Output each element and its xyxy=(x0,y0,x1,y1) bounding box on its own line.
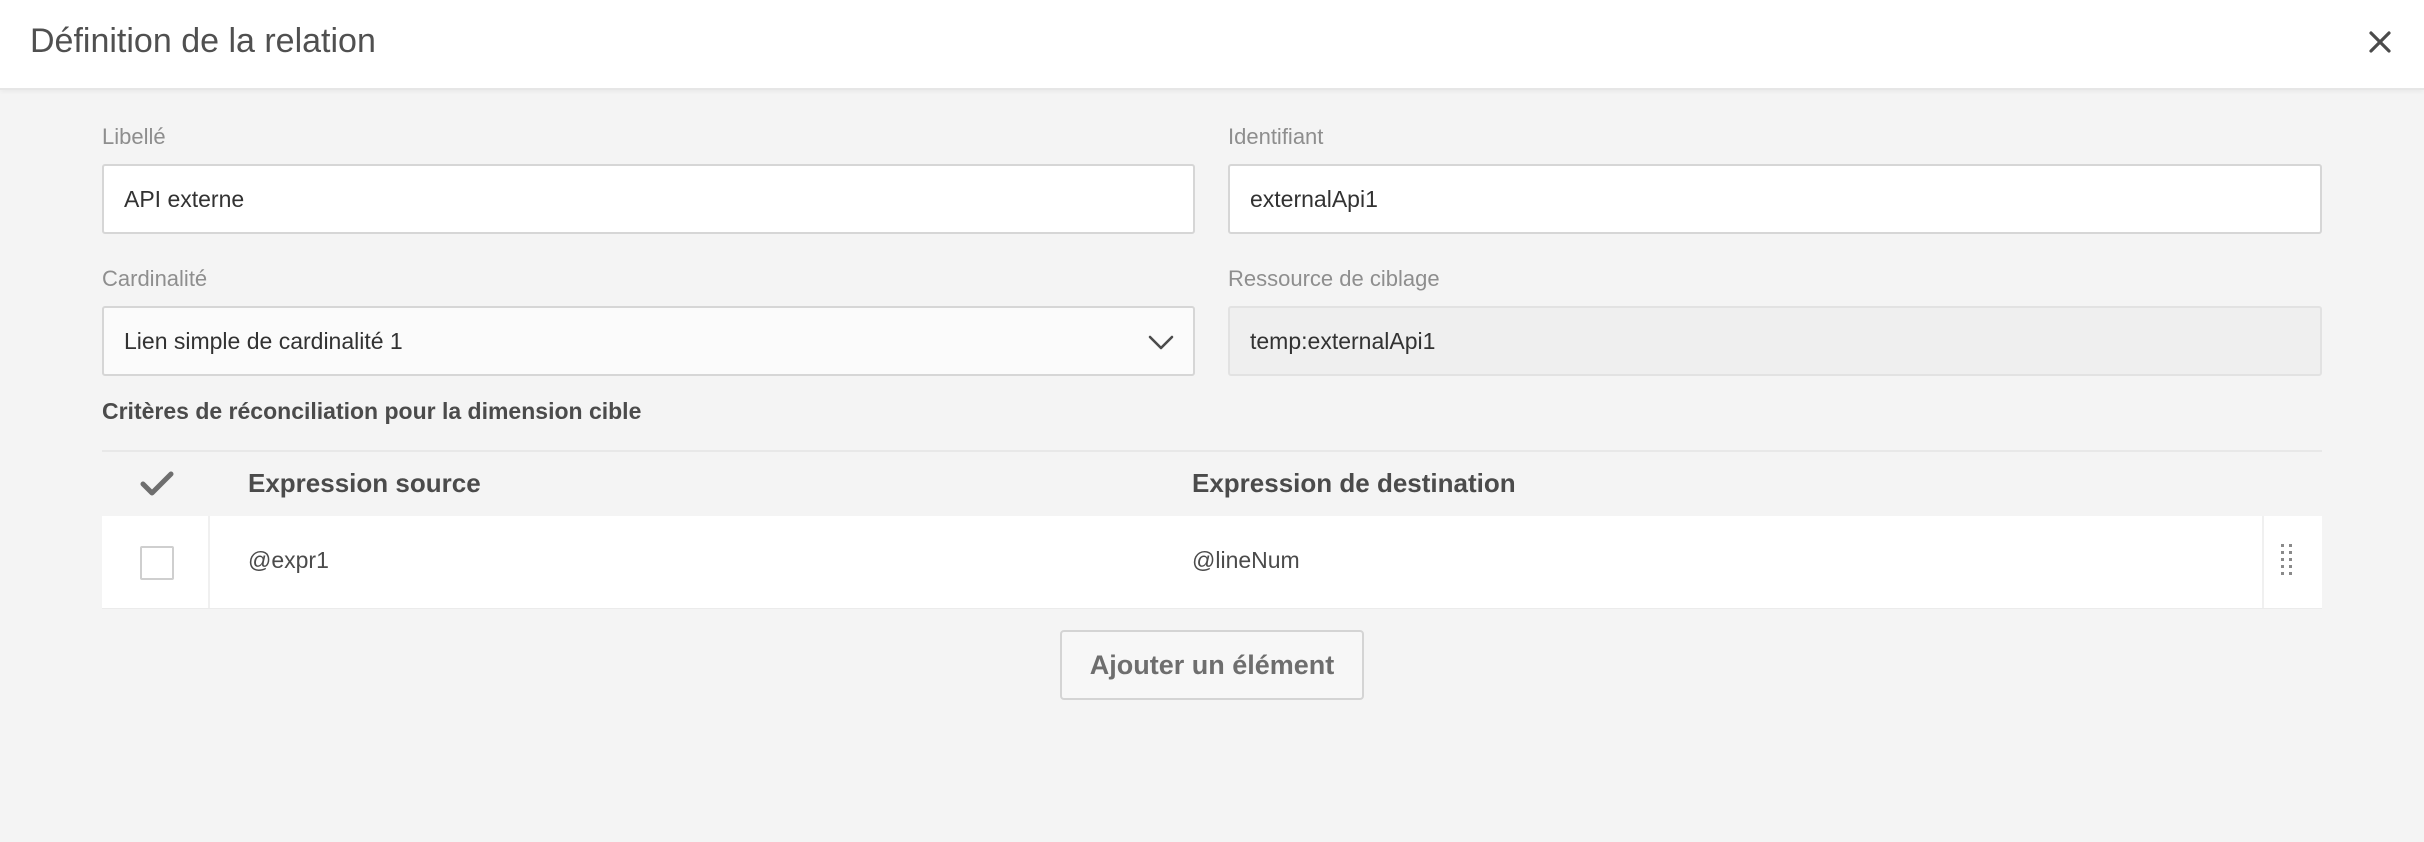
close-icon xyxy=(2369,31,2391,53)
column-header-source[interactable]: Expression source xyxy=(248,468,481,499)
table-row[interactable]: @expr1 @lineNum xyxy=(102,516,2322,609)
chevron-down-icon xyxy=(1148,335,1174,350)
reconciliation-section-title: Critères de réconciliation pour la dimen… xyxy=(102,398,642,424)
add-element-button[interactable]: Ajouter un élément xyxy=(1060,630,1364,700)
label-input[interactable]: API externe xyxy=(102,164,1195,234)
cardinality-field-label: Cardinalité xyxy=(102,266,208,291)
reconciliation-grid: Expression source Expression de destinat… xyxy=(102,450,2322,609)
dialog-header: Définition de la relation xyxy=(0,0,2424,90)
column-header-destination[interactable]: Expression de destination xyxy=(1192,468,1516,499)
cardinality-select[interactable]: Lien simple de cardinalité 1 xyxy=(102,306,1195,376)
identifier-field-label: Identifiant xyxy=(1228,124,1324,149)
row-checkbox[interactable] xyxy=(140,546,174,580)
column-divider xyxy=(2262,516,2264,608)
label-field-label: Libellé xyxy=(102,124,166,149)
dialog-title: Définition de la relation xyxy=(30,22,376,60)
checkmark-icon[interactable] xyxy=(140,470,174,498)
row-source-expression: @expr1 xyxy=(248,547,329,573)
targeting-resource-field-label: Ressource de ciblage xyxy=(1228,266,1440,291)
cardinality-selected-value: Lien simple de cardinalité 1 xyxy=(124,327,403,354)
close-button[interactable] xyxy=(2360,22,2400,62)
row-destination-expression: @lineNum xyxy=(1192,547,1300,573)
identifier-input[interactable]: externalApi1 xyxy=(1228,164,2322,234)
column-divider xyxy=(208,516,210,608)
grid-header: Expression source Expression de destinat… xyxy=(102,450,2322,516)
targeting-resource-field: temp:externalApi1 xyxy=(1228,306,2322,376)
drag-handle-icon[interactable] xyxy=(2278,542,2296,582)
